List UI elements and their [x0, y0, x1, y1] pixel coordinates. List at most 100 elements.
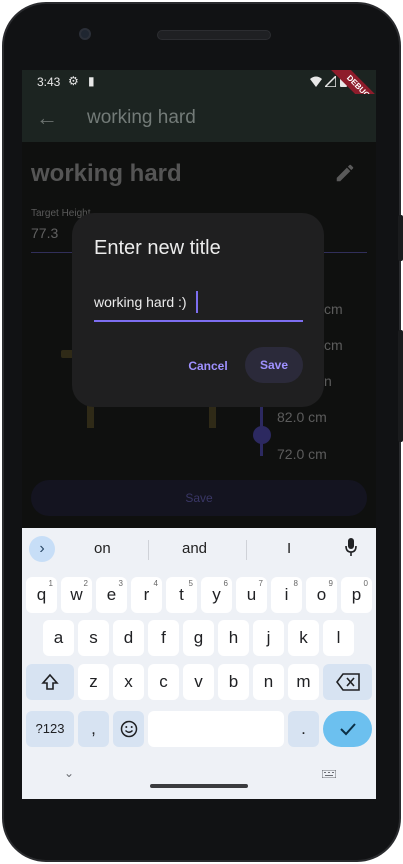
- phone-frame: 3:43 ⚙ ▮ DEBUG ← working hard working ha…: [0, 0, 403, 864]
- key-l[interactable]: l: [323, 620, 354, 656]
- title-input-value[interactable]: working hard :): [94, 294, 187, 310]
- save-button[interactable]: Save: [31, 480, 367, 516]
- key-s[interactable]: s: [78, 620, 109, 656]
- cancel-button[interactable]: Cancel: [180, 349, 236, 383]
- emoji-key[interactable]: [113, 711, 144, 747]
- key-r[interactable]: r4: [131, 577, 162, 613]
- key-hint: 5: [188, 579, 193, 588]
- wifi-icon: [310, 76, 322, 87]
- suggestion-item[interactable]: on: [94, 540, 111, 557]
- key-n[interactable]: n: [253, 664, 284, 700]
- key-m[interactable]: m: [288, 664, 319, 700]
- divider: [148, 540, 149, 560]
- key-label: o: [316, 585, 327, 604]
- key-label: t: [179, 585, 184, 604]
- key-t[interactable]: t5: [166, 577, 197, 613]
- scale-label: 72.0 cm: [277, 446, 327, 462]
- key-k[interactable]: k: [288, 620, 319, 656]
- key-label: r: [143, 585, 150, 604]
- key-hint: 6: [223, 579, 228, 588]
- comma-key[interactable]: ,: [78, 711, 109, 747]
- enter-key[interactable]: [323, 711, 372, 747]
- soft-keyboard: › on and I q1 w2 e3 r4 t5 y6 u7 i8 o9 p0…: [22, 528, 376, 799]
- title-input[interactable]: working hard :): [94, 289, 303, 323]
- key-hint: 4: [153, 579, 158, 588]
- screen: 3:43 ⚙ ▮ DEBUG ← working hard working ha…: [22, 70, 376, 799]
- key-label: y: [212, 585, 221, 604]
- key-label: u: [246, 585, 257, 604]
- key-f[interactable]: f: [148, 620, 179, 656]
- key-y[interactable]: y6: [201, 577, 232, 613]
- page-title: working hard: [31, 160, 182, 187]
- status-bar: 3:43 ⚙ ▮ DEBUG: [22, 70, 376, 121]
- power-button: [398, 330, 403, 442]
- key-label: e: [106, 585, 117, 604]
- scale-label: cm: [324, 337, 343, 353]
- checkmark-icon: [339, 723, 356, 736]
- key-a[interactable]: a: [43, 620, 74, 656]
- gesture-nav-bar[interactable]: [150, 784, 248, 788]
- pencil-icon[interactable]: [334, 162, 356, 184]
- key-label: i: [284, 585, 289, 604]
- height-slider-thumb[interactable]: [253, 426, 271, 444]
- key-g[interactable]: g: [183, 620, 214, 656]
- earpiece-speaker: [157, 30, 271, 40]
- app-bar-title: working hard: [87, 107, 196, 128]
- key-e[interactable]: e3: [96, 577, 127, 613]
- key-o[interactable]: o9: [306, 577, 337, 613]
- shift-key[interactable]: [26, 664, 74, 700]
- keyboard-switch-icon[interactable]: [322, 770, 336, 778]
- key-q[interactable]: q1: [26, 577, 57, 613]
- key-hint: 2: [83, 579, 88, 588]
- scale-label: 82.0 cm: [277, 409, 327, 425]
- key-d[interactable]: d: [113, 620, 144, 656]
- key-label: p: [351, 585, 362, 604]
- key-i[interactable]: i8: [271, 577, 302, 613]
- scale-label: cm: [324, 301, 343, 317]
- key-hint: 3: [118, 579, 123, 588]
- suggestion-item[interactable]: and: [182, 540, 207, 557]
- emoji-smile-icon: [120, 720, 137, 738]
- key-x[interactable]: x: [113, 664, 144, 700]
- chevron-down-icon[interactable]: ⌄: [64, 766, 74, 780]
- cell-signal-icon: [325, 76, 336, 87]
- key-v[interactable]: v: [183, 664, 214, 700]
- key-hint: 8: [293, 579, 298, 588]
- key-j[interactable]: j: [253, 620, 284, 656]
- key-p[interactable]: p0: [341, 577, 372, 613]
- dialog-save-button[interactable]: Save: [245, 347, 303, 383]
- title-input-underline: [94, 320, 303, 322]
- key-hint: 7: [258, 579, 263, 588]
- settings-gear-icon: ⚙: [68, 74, 79, 88]
- status-time: 3:43: [37, 75, 61, 89]
- suggestion-item[interactable]: I: [287, 540, 291, 557]
- backspace-key[interactable]: [323, 664, 372, 700]
- key-label: w: [70, 585, 83, 604]
- divider: [246, 540, 247, 560]
- symbols-key[interactable]: ?123: [26, 711, 74, 747]
- key-h[interactable]: h: [218, 620, 249, 656]
- desk-leg-graphic: [209, 404, 216, 428]
- desk-leg-graphic: [87, 404, 94, 428]
- key-z[interactable]: z: [78, 664, 109, 700]
- chevron-right-icon[interactable]: ›: [29, 536, 55, 562]
- space-key[interactable]: [148, 711, 284, 747]
- dialog-title: Enter new title: [94, 237, 221, 259]
- key-u[interactable]: u7: [236, 577, 267, 613]
- key-c[interactable]: c: [148, 664, 179, 700]
- shift-arrow-icon: [41, 673, 59, 690]
- text-caret: [196, 291, 198, 313]
- arrow-back-icon[interactable]: ←: [36, 104, 58, 132]
- key-b[interactable]: b: [218, 664, 249, 700]
- backspace-icon: [335, 673, 360, 691]
- key-hint: 9: [328, 579, 333, 588]
- key-w[interactable]: w2: [61, 577, 92, 613]
- rename-dialog: Enter new title working hard :) Cancel S…: [72, 213, 324, 407]
- suggestion-bar: › on and I: [22, 528, 376, 568]
- volume-button: [398, 215, 403, 261]
- key-label: q: [36, 585, 47, 604]
- target-height-value[interactable]: 77.3: [31, 225, 58, 241]
- sd-card-icon: ▮: [88, 74, 95, 88]
- period-key[interactable]: .: [288, 711, 319, 747]
- microphone-icon[interactable]: [345, 538, 357, 556]
